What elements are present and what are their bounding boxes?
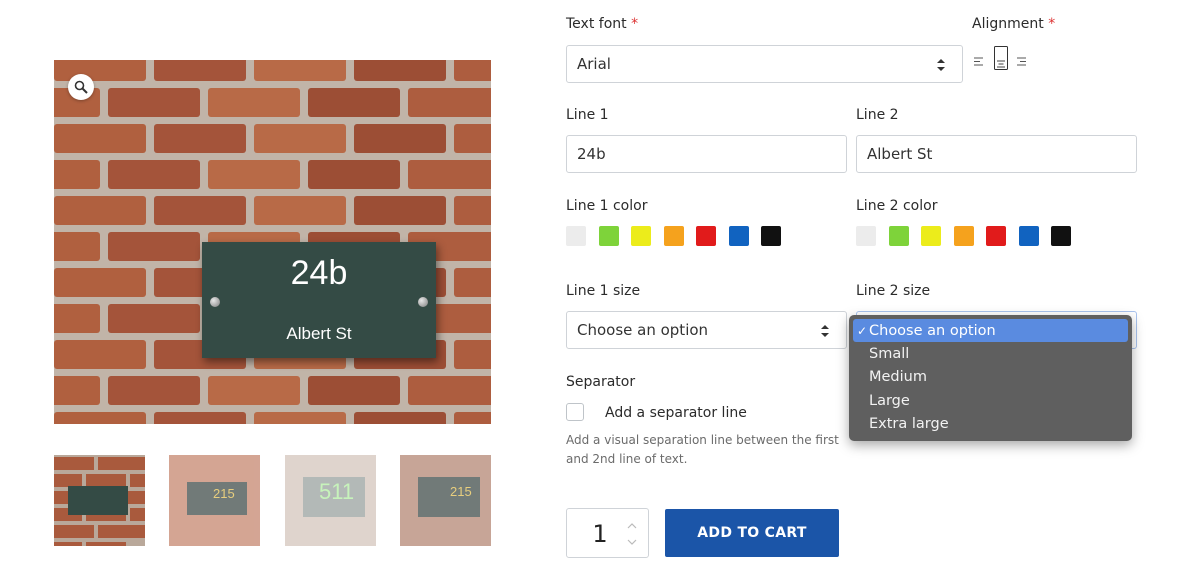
plaque-screw-left bbox=[210, 297, 220, 307]
line2-color-swatch[interactable] bbox=[1051, 226, 1071, 246]
line1-size-select[interactable]: Choose an option bbox=[566, 311, 847, 349]
line2-color-swatch[interactable] bbox=[856, 226, 876, 246]
dropdown-option-choose[interactable]: ✓ Choose an option bbox=[853, 319, 1128, 343]
option-label: Medium bbox=[869, 369, 927, 386]
line1-color-swatch[interactable] bbox=[631, 226, 651, 246]
dropdown-option-extra-large[interactable]: Extra large bbox=[853, 412, 1128, 435]
align-left-icon[interactable] bbox=[974, 57, 984, 66]
decrement-icon[interactable] bbox=[626, 537, 638, 547]
line2-size-label: Line 2 size bbox=[856, 283, 931, 299]
separator-help-text: Add a visual separation line between the… bbox=[566, 433, 839, 466]
line2-color-swatch[interactable] bbox=[953, 226, 974, 246]
text-font-label: Text font * bbox=[566, 16, 638, 32]
text-font-label-text: Text font bbox=[566, 16, 627, 32]
line1-color-swatch[interactable] bbox=[598, 226, 619, 246]
line2-input[interactable]: Albert St bbox=[856, 135, 1137, 173]
plaque-number-text: 24b bbox=[290, 254, 348, 292]
separator-checkbox-label[interactable]: Add a separator line bbox=[605, 405, 747, 421]
select-arrows-icon bbox=[821, 325, 829, 337]
line1-color-swatch[interactable] bbox=[761, 226, 781, 246]
line1-size-value: Choose an option bbox=[577, 321, 709, 339]
gallery-thumbnail-1[interactable] bbox=[54, 455, 145, 546]
check-icon: ✓ bbox=[857, 323, 868, 338]
line2-color-swatch[interactable] bbox=[1018, 226, 1039, 246]
option-label: Extra large bbox=[869, 415, 949, 432]
line1-color-swatch[interactable] bbox=[696, 226, 716, 246]
option-label: Small bbox=[869, 345, 910, 362]
thumbnail-plaque-text: 215 bbox=[213, 486, 235, 501]
gallery-thumbnail-3[interactable]: 511 bbox=[285, 455, 376, 546]
line1-input[interactable]: 24b bbox=[566, 135, 847, 173]
plaque-screw-right bbox=[418, 297, 428, 307]
alignment-options bbox=[972, 46, 1032, 74]
line2-color-swatch[interactable] bbox=[986, 226, 1006, 246]
line2-label: Line 2 bbox=[856, 107, 899, 123]
dropdown-option-medium[interactable]: Medium bbox=[853, 366, 1128, 389]
line1-label: Line 1 bbox=[566, 107, 609, 123]
required-asterisk: * bbox=[631, 16, 639, 32]
line2-color-label: Line 2 color bbox=[856, 198, 938, 214]
align-center-icon[interactable] bbox=[994, 46, 1008, 70]
line2-input-value: Albert St bbox=[867, 145, 933, 163]
option-label: Choose an option bbox=[869, 322, 996, 339]
option-label: Large bbox=[869, 392, 910, 409]
thumbnail-plaque-text: 215 bbox=[450, 484, 472, 499]
dropdown-option-small[interactable]: Small bbox=[853, 342, 1128, 365]
select-arrows-icon bbox=[937, 59, 945, 71]
line2-size-dropdown: ✓ Choose an option Small Medium Large Ex… bbox=[849, 315, 1132, 441]
required-asterisk: * bbox=[1048, 16, 1056, 32]
align-right-icon[interactable] bbox=[1017, 57, 1027, 66]
line1-color-swatch[interactable] bbox=[566, 226, 586, 246]
line1-size-label: Line 1 size bbox=[566, 283, 641, 299]
quantity-value: 1 bbox=[592, 520, 608, 548]
alignment-label: Alignment * bbox=[972, 16, 1055, 32]
line1-color-label: Line 1 color bbox=[566, 198, 648, 214]
separator-label: Separator bbox=[566, 374, 636, 390]
thumbnail-plaque-text: 511 bbox=[319, 479, 355, 504]
product-main-image[interactable]: 24b Albert St bbox=[54, 60, 491, 424]
text-font-select[interactable]: Arial bbox=[566, 45, 963, 83]
line1-color-swatch[interactable] bbox=[728, 226, 749, 246]
dropdown-option-large[interactable]: Large bbox=[853, 389, 1128, 412]
gallery-thumbnail-4[interactable]: 215 bbox=[400, 455, 491, 546]
line2-color-swatch[interactable] bbox=[888, 226, 909, 246]
text-font-value: Arial bbox=[577, 55, 611, 73]
line1-color-swatch[interactable] bbox=[663, 226, 684, 246]
zoom-icon[interactable] bbox=[68, 74, 94, 100]
line1-input-value: 24b bbox=[577, 145, 606, 163]
quantity-stepper[interactable]: 1 bbox=[566, 508, 649, 558]
increment-icon[interactable] bbox=[626, 521, 638, 531]
house-sign-plaque: 24b Albert St bbox=[202, 242, 436, 358]
add-to-cart-button[interactable]: ADD TO CART bbox=[665, 509, 839, 557]
thumbnail-plaque bbox=[68, 486, 128, 515]
alignment-label-text: Alignment bbox=[972, 16, 1044, 32]
gallery-thumbnail-2[interactable]: 215 bbox=[169, 455, 260, 546]
plaque-street-text: Albert St bbox=[286, 324, 352, 343]
line2-color-swatch[interactable] bbox=[921, 226, 941, 246]
separator-checkbox[interactable] bbox=[566, 403, 584, 421]
